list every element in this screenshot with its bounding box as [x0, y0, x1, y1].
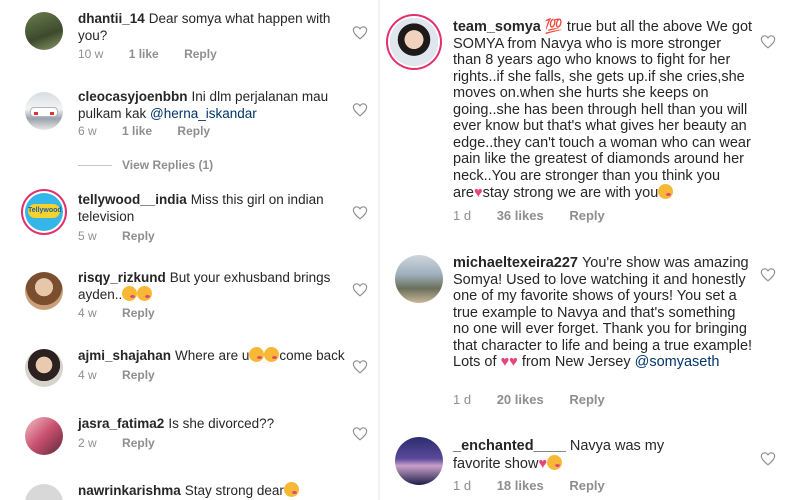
avatar[interactable]	[25, 12, 63, 50]
view-replies-label: View Replies (1)	[122, 158, 214, 172]
heart-outline-icon[interactable]	[760, 267, 776, 282]
comment-time: 4 w	[78, 368, 97, 382]
reply-button[interactable]: Reply	[122, 436, 155, 450]
heart-emoji-icon: ♥	[500, 354, 510, 370]
comment-meta: 6 w 1 like Reply	[78, 124, 232, 138]
comment-time: 5 w	[78, 229, 97, 243]
avatar[interactable]: Tellywood	[25, 193, 63, 231]
comment-text-continued: come back	[279, 348, 345, 363]
reply-button[interactable]: Reply	[569, 392, 604, 407]
comment-likes[interactable]: 1 like	[122, 124, 152, 138]
reply-button[interactable]: Reply	[122, 306, 155, 320]
comment-text-continued: from New Jersey	[521, 354, 631, 370]
kiss-emoji-icon	[249, 347, 265, 362]
reply-button[interactable]: Reply	[569, 478, 604, 493]
heart-outline-icon[interactable]	[352, 205, 368, 220]
comment-text: You're show was amazing Somya! Used to l…	[453, 255, 753, 370]
comment-meta: 5 w Reply	[78, 229, 177, 243]
comment-username[interactable]: jasra_fatima2	[78, 416, 164, 431]
avatar[interactable]	[390, 18, 438, 66]
avatar[interactable]	[25, 349, 63, 387]
comments-column-left: dhantii_14 Dear somya what happen with yo…	[0, 0, 380, 500]
comment-meta: 4 w Reply	[78, 306, 177, 320]
comment-username[interactable]: risqy_rizkund	[78, 270, 166, 285]
comment-username[interactable]: dhantii_14	[78, 11, 145, 26]
avatar-logo-label: Tellywood	[28, 204, 62, 218]
kiss-emoji-icon	[658, 184, 674, 199]
comment-username[interactable]: tellywood__india	[78, 192, 187, 207]
divider-line	[78, 165, 112, 167]
heart-emoji-icon: ♥	[509, 354, 518, 370]
heart-emoji-icon: ♥	[473, 185, 483, 201]
heart-outline-icon[interactable]	[760, 451, 776, 466]
comment-username[interactable]: team_somya	[453, 19, 541, 35]
comment-time: 10 w	[78, 47, 104, 61]
comment-time: 1 d	[453, 208, 472, 223]
avatar[interactable]	[25, 272, 63, 310]
comment-time: 1 d	[453, 392, 472, 407]
comment-text: Is she divorced??	[168, 416, 275, 431]
comment-time: 1 d	[453, 478, 472, 493]
kiss-emoji-icon	[264, 347, 280, 362]
comment-meta: 4 w Reply	[78, 368, 177, 382]
comments-column-right: team_somya 💯 true but all the above We got…	[382, 0, 800, 500]
mention-link[interactable]: @herna_iskandar	[150, 106, 257, 121]
kiss-emoji-icon	[283, 482, 299, 497]
comment-meta: 2 w Reply	[78, 436, 177, 450]
mention-link[interactable]: @somyaseth	[635, 354, 720, 370]
heart-outline-icon[interactable]	[352, 426, 368, 441]
kiss-emoji-icon	[547, 454, 563, 470]
comment-meta: 10 w 1 like Reply	[78, 47, 239, 61]
comment-likes[interactable]: 36 likes	[497, 208, 544, 223]
kiss-emoji-icon	[122, 286, 138, 301]
view-replies-button[interactable]: View Replies (1)	[78, 158, 213, 172]
reply-button[interactable]: Reply	[122, 229, 155, 243]
avatar[interactable]	[25, 484, 63, 500]
avatar[interactable]	[25, 92, 63, 130]
comment-likes[interactable]: 1 like	[129, 47, 159, 61]
heart-outline-icon[interactable]	[352, 359, 368, 374]
comment-time: 6 w	[78, 124, 97, 138]
avatar[interactable]	[395, 437, 443, 485]
comment-time: 4 w	[78, 306, 97, 320]
comment-text: true but all the above We got SOMYA from…	[453, 19, 753, 201]
reply-button[interactable]: Reply	[184, 47, 217, 61]
comment-username[interactable]: _enchanted____	[453, 438, 566, 454]
heart-emoji-icon: ♥	[538, 455, 548, 472]
reply-button[interactable]: Reply	[569, 208, 604, 223]
heart-outline-icon[interactable]	[352, 282, 368, 297]
comment-meta: 1 d 36 likes Reply	[453, 208, 627, 223]
reply-button[interactable]: Reply	[177, 124, 210, 138]
reply-button[interactable]: Reply	[122, 368, 155, 382]
comment-username[interactable]: cleocasyjoenbbn	[78, 89, 188, 104]
comment-meta: 1 d 20 likes Reply	[453, 392, 627, 407]
comment-likes[interactable]: 18 likes	[497, 478, 544, 493]
comment-likes[interactable]: 20 likes	[497, 392, 544, 407]
hundred-emoji-icon: 💯	[544, 19, 563, 35]
avatar[interactable]	[25, 417, 63, 455]
comment-meta: 1 d 18 likes Reply	[453, 478, 627, 493]
comment-time: 2 w	[78, 436, 97, 450]
kiss-emoji-icon	[137, 286, 153, 301]
heart-outline-icon[interactable]	[760, 34, 776, 49]
heart-outline-icon[interactable]	[352, 25, 368, 40]
comment-username[interactable]: nawrinkarishma	[78, 483, 181, 498]
comment-username[interactable]: ajmi_shajahan	[78, 348, 171, 363]
heart-outline-icon[interactable]	[352, 102, 368, 117]
avatar[interactable]	[395, 255, 443, 303]
comment-text: Where are u	[175, 348, 250, 363]
comment-text-continued: stay strong we are with you	[482, 185, 659, 201]
comment-text: Stay strong dear	[184, 483, 284, 498]
comment-username[interactable]: michaeltexeira227	[453, 255, 578, 271]
